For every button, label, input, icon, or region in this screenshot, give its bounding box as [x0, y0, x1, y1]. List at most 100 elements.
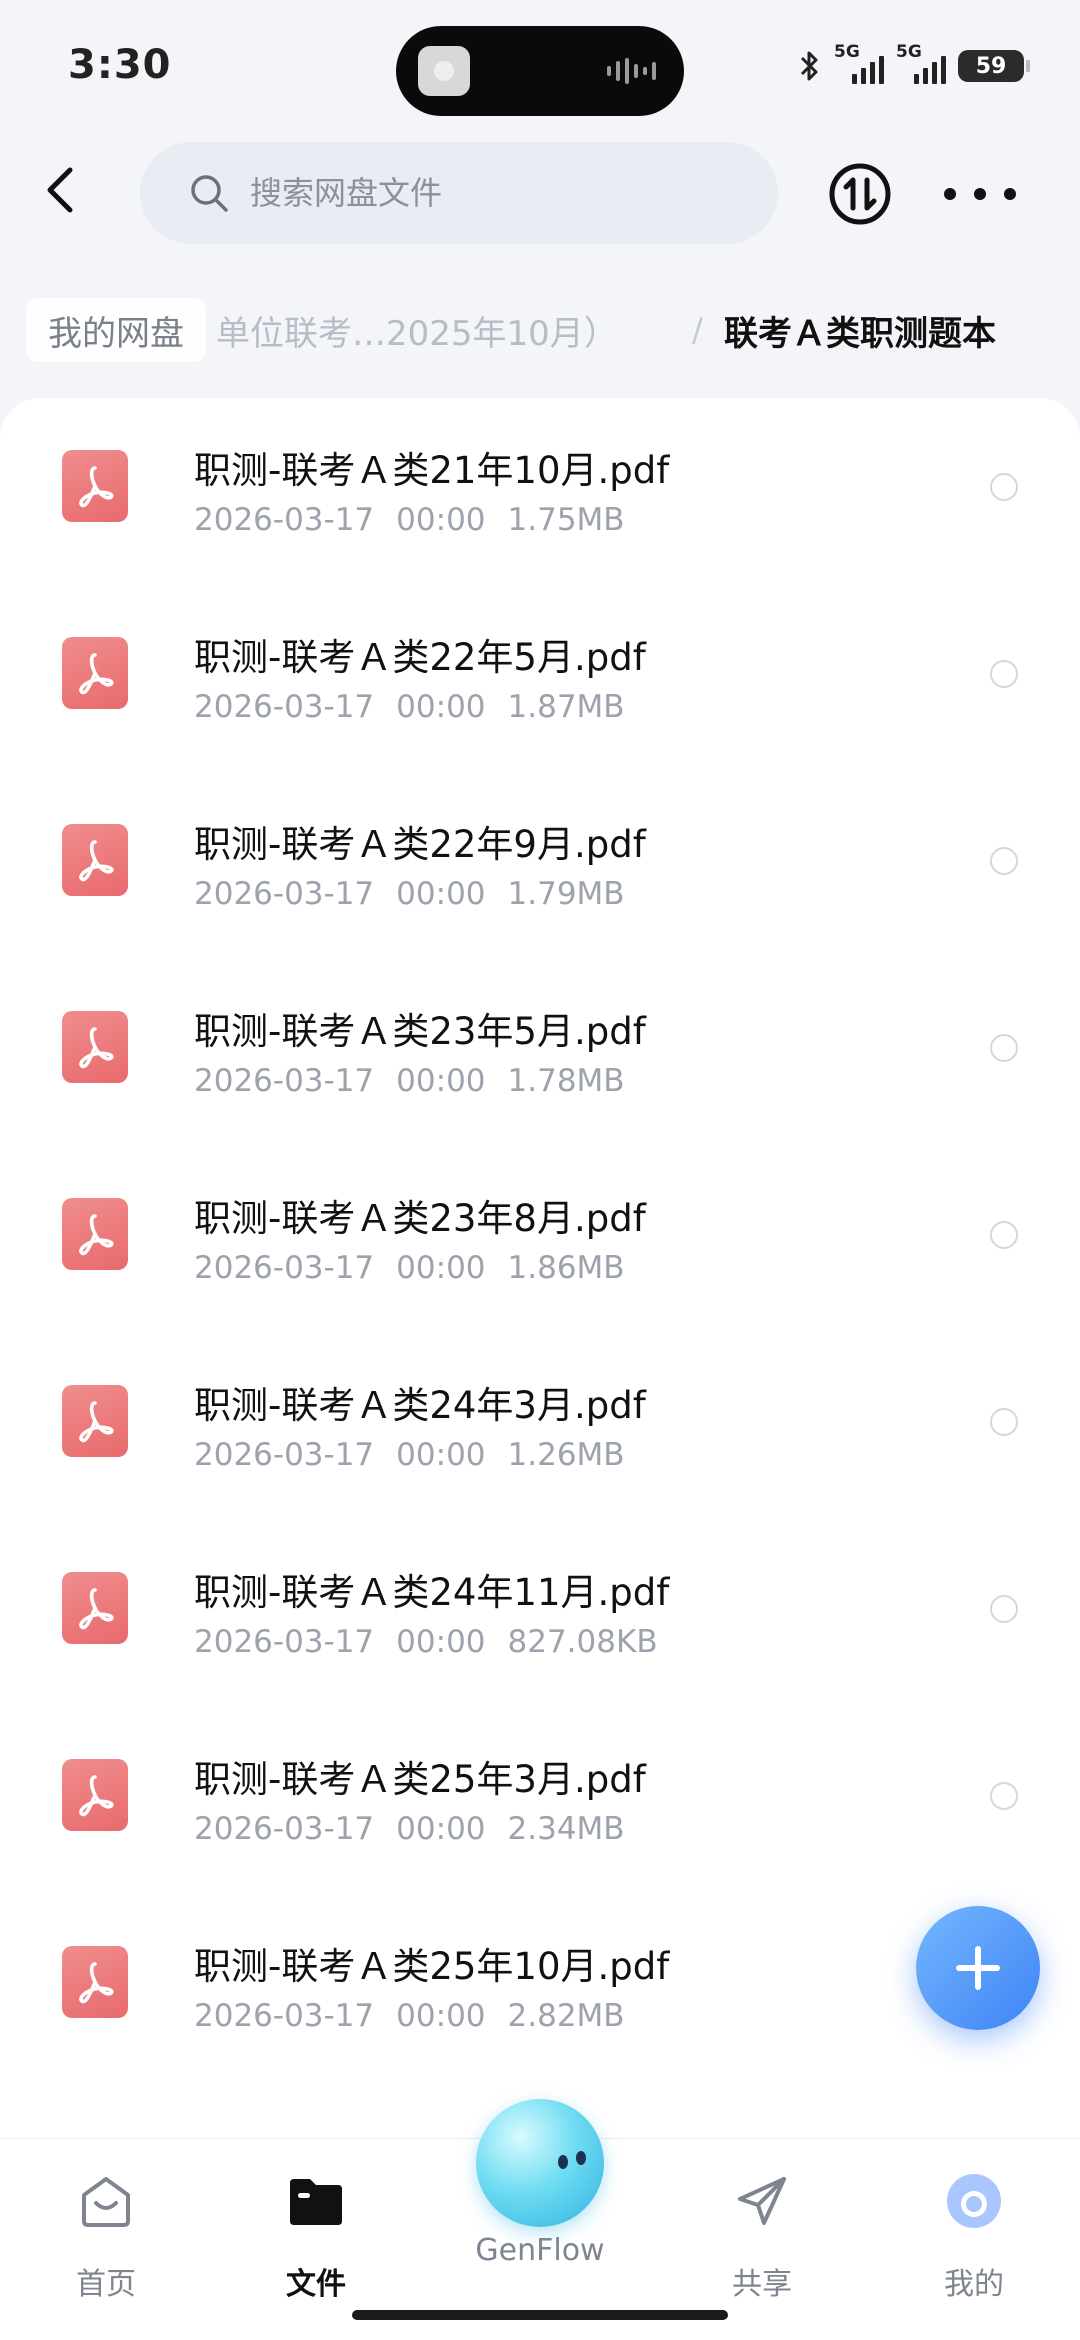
file-meta: 2026-03-17 00:00 2.82MB: [194, 1998, 647, 2034]
file-name: 职测-联考Ａ类23年5月.pdf: [194, 1010, 646, 1053]
more-options-icon[interactable]: [944, 178, 1016, 210]
file-size: 827.08KB: [507, 1624, 658, 1660]
tab-share[interactable]: 共享: [692, 2163, 832, 2302]
select-radio[interactable]: [990, 1408, 1018, 1436]
file-meta: 2026-03-17 00:00 827.08KB: [194, 1624, 680, 1660]
select-radio[interactable]: [990, 1221, 1018, 1249]
breadcrumb-current: 联考Ａ类职测题本: [724, 313, 996, 354]
home-indicator: [352, 2310, 728, 2320]
home-icon: [82, 2177, 130, 2227]
file-meta: 2026-03-17 00:00 1.75MB: [194, 502, 647, 538]
signal-icon-sim2: 5G: [896, 42, 946, 84]
breadcrumb-home[interactable]: 我的网盘: [26, 298, 206, 362]
file-row[interactable]: 职测-联考Ａ类22年5月.pdf 2026-03-17 00:00 1.87MB: [0, 585, 1080, 772]
file-size: 1.75MB: [507, 502, 625, 538]
battery-icon: 59: [958, 50, 1030, 82]
pdf-file-icon: [62, 1385, 128, 1457]
add-button[interactable]: [916, 1906, 1040, 2030]
tab-label-mine: 我的: [944, 2267, 1004, 2302]
pdf-file-icon: [62, 1011, 128, 1083]
file-name: 职测-联考Ａ类23年8月.pdf: [194, 1197, 646, 1240]
file-time: 00:00: [396, 502, 486, 538]
file-size: 2.34MB: [507, 1811, 625, 1847]
select-radio[interactable]: [990, 1782, 1018, 1810]
select-radio[interactable]: [990, 1034, 1018, 1062]
file-row[interactable]: 职测-联考Ａ类21年10月.pdf 2026-03-17 00:00 1.75MB: [0, 398, 1080, 585]
search-input[interactable]: [248, 173, 692, 213]
file-size: 1.87MB: [507, 689, 625, 725]
breadcrumb: 单位联考…2025年10月） 我的网盘 / 联考Ａ类职测题本: [0, 288, 1080, 374]
status-bar: 3:30 5G 5G 59: [0, 0, 1080, 140]
file-name: 职测-联考Ａ类22年5月.pdf: [194, 636, 646, 679]
folder-icon: [290, 2179, 342, 2225]
select-radio[interactable]: [990, 1595, 1018, 1623]
send-icon: [738, 2177, 786, 2225]
file-meta: 2026-03-17 00:00 2.34MB: [194, 1811, 647, 1847]
file-date: 2026-03-17: [194, 689, 375, 725]
pdf-file-icon: [62, 1572, 128, 1644]
audio-wave-icon: [607, 58, 656, 84]
file-time: 00:00: [396, 1063, 486, 1099]
pdf-file-icon: [62, 1759, 128, 1831]
file-size: 1.86MB: [507, 1250, 625, 1286]
file-row[interactable]: 职测-联考Ａ类25年3月.pdf 2026-03-17 00:00 2.34MB: [0, 1707, 1080, 1894]
file-row[interactable]: 职测-联考Ａ类22年9月.pdf 2026-03-17 00:00 1.79MB: [0, 772, 1080, 959]
file-time: 00:00: [396, 1437, 486, 1473]
file-date: 2026-03-17: [194, 1250, 375, 1286]
file-row[interactable]: 职测-联考Ａ类24年3月.pdf 2026-03-17 00:00 1.26MB: [0, 1333, 1080, 1520]
file-name: 职测-联考Ａ类24年11月.pdf: [194, 1571, 670, 1614]
pdf-file-icon: [62, 1946, 128, 2018]
file-name: 职测-联考Ａ类21年10月.pdf: [194, 449, 670, 492]
file-date: 2026-03-17: [194, 502, 375, 538]
tab-home[interactable]: 首页: [36, 2163, 176, 2302]
tab-label-genflow: GenFlow: [475, 2233, 605, 2268]
breadcrumb-parent[interactable]: 单位联考…2025年10月）: [216, 298, 618, 362]
file-date: 2026-03-17: [194, 1811, 375, 1847]
select-radio[interactable]: [990, 660, 1018, 688]
tab-genflow[interactable]: GenFlow: [462, 2099, 618, 2279]
file-list: 职测-联考Ａ类21年10月.pdf 2026-03-17 00:00 1.75MB …: [0, 398, 1080, 2138]
file-size: 1.79MB: [507, 876, 625, 912]
file-time: 00:00: [396, 689, 486, 725]
file-meta: 2026-03-17 00:00 1.79MB: [194, 876, 647, 912]
pdf-file-icon: [62, 450, 128, 522]
file-size: 1.78MB: [507, 1063, 625, 1099]
tab-files[interactable]: 文件: [246, 2163, 386, 2302]
tab-mine[interactable]: 我的: [904, 2163, 1044, 2302]
file-meta: 2026-03-17 00:00 1.26MB: [194, 1437, 647, 1473]
file-row[interactable]: 职测-联考Ａ类23年8月.pdf 2026-03-17 00:00 1.86MB: [0, 1146, 1080, 1333]
genflow-orb-icon: [476, 2099, 604, 2227]
file-size: 2.82MB: [507, 1998, 625, 2034]
file-meta: 2026-03-17 00:00 1.86MB: [194, 1250, 647, 1286]
file-name: 职测-联考Ａ类24年3月.pdf: [194, 1384, 646, 1427]
tab-label-share: 共享: [732, 2267, 792, 2302]
search-icon: [191, 175, 228, 212]
file-size: 1.26MB: [507, 1437, 625, 1473]
file-meta: 2026-03-17 00:00 1.78MB: [194, 1063, 647, 1099]
file-name: 职测-联考Ａ类22年9月.pdf: [194, 823, 646, 866]
select-radio[interactable]: [990, 847, 1018, 875]
transfer-icon[interactable]: [828, 162, 892, 226]
select-radio[interactable]: [990, 473, 1018, 501]
file-meta: 2026-03-17 00:00 1.87MB: [194, 689, 647, 725]
camera-icon: [418, 46, 470, 96]
file-time: 00:00: [396, 1624, 486, 1660]
file-time: 00:00: [396, 1811, 486, 1847]
breadcrumb-separator: /: [692, 311, 703, 349]
file-date: 2026-03-17: [194, 1437, 375, 1473]
tab-label-home: 首页: [76, 2267, 136, 2302]
file-name: 职测-联考Ａ类25年3月.pdf: [194, 1758, 646, 1801]
status-indicators: 5G 5G 59: [798, 42, 1030, 86]
file-row[interactable]: 职测-联考Ａ类24年11月.pdf 2026-03-17 00:00 827.08K…: [0, 1520, 1080, 1707]
file-name: 职测-联考Ａ类25年10月.pdf: [194, 1945, 670, 1988]
file-date: 2026-03-17: [194, 1624, 375, 1660]
pdf-file-icon: [62, 1198, 128, 1270]
file-time: 00:00: [396, 1250, 486, 1286]
file-time: 00:00: [396, 876, 486, 912]
file-row[interactable]: 职测-联考Ａ类25年10月.pdf 2026-03-17 00:00 2.82MB: [0, 1894, 1080, 2081]
file-date: 2026-03-17: [194, 876, 375, 912]
search-bar[interactable]: [140, 142, 778, 244]
status-time: 3:30: [68, 42, 172, 88]
back-icon[interactable]: [36, 160, 88, 220]
file-row[interactable]: 职测-联考Ａ类23年5月.pdf 2026-03-17 00:00 1.78MB: [0, 959, 1080, 1146]
